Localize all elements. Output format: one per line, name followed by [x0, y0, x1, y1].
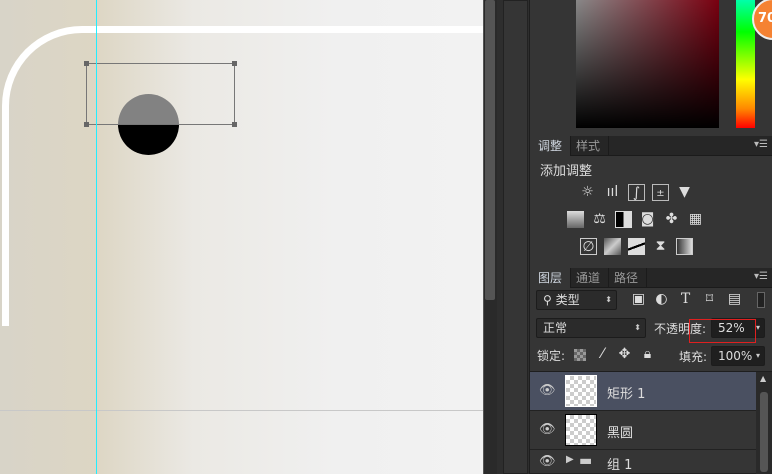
fill-input[interactable]: 100% ▾ — [711, 346, 765, 366]
transform-handle[interactable] — [84, 122, 89, 127]
blend-mode-value: 正常 — [543, 321, 568, 335]
transform-box[interactable] — [84, 61, 237, 127]
blend-mode-select[interactable]: 正常 ⬍ — [536, 318, 646, 338]
rounded-shape-outline — [2, 26, 483, 326]
panel-menu-icon[interactable]: ▾☰ — [754, 139, 768, 150]
filter-adjustment-icon[interactable]: ◐ — [653, 291, 670, 308]
lock-all-icon[interactable]: 🔒︎ — [639, 346, 656, 363]
filter-pixel-icon[interactable]: ▣ — [630, 291, 647, 308]
channel-mixer-icon[interactable]: ✤ — [663, 211, 680, 228]
hue-saturation-icon[interactable] — [567, 211, 584, 228]
lock-pixels-brush-icon[interactable]: ⁄ — [594, 346, 611, 363]
lock-transparent-icon[interactable] — [574, 349, 586, 361]
layer-name[interactable]: 黑圆 — [607, 422, 633, 441]
layers-scrollbar[interactable]: ▲ — [756, 372, 772, 474]
vibrance-icon[interactable]: ▼ — [676, 184, 693, 201]
curves-icon[interactable]: ∫ — [628, 184, 645, 201]
brightness-contrast-icon[interactable]: ☼ — [579, 184, 596, 201]
transform-handle[interactable] — [232, 122, 237, 127]
tab-styles[interactable]: 样式 — [568, 136, 610, 156]
layers-tabbar: 图层 通道 路径 ▾☰ — [530, 268, 772, 288]
filter-shape-icon[interactable]: ⌑ — [701, 291, 718, 308]
layer-thumbnail — [565, 375, 597, 407]
color-balance-icon[interactable]: ⚖ — [591, 211, 608, 228]
filter-type-icon[interactable]: T — [677, 291, 694, 308]
fill-label: 填充: — [679, 350, 708, 364]
layer-row-rect1[interactable]: 👁︎ 矩形 1 — [530, 372, 756, 411]
color-badge: 70 — [752, 0, 772, 40]
gradient-map-icon[interactable] — [676, 238, 693, 255]
layer-filter-select[interactable]: ⚲ 类型 ⬍ — [536, 290, 617, 310]
highlight-box — [689, 319, 756, 343]
expand-arrow-icon[interactable]: ▶ — [566, 454, 574, 465]
layer-row-black-circle[interactable]: 👁︎ 黑圆 — [530, 411, 756, 450]
color-lookup-icon[interactable]: ▦ — [687, 211, 704, 228]
layer-thumbnail — [565, 414, 597, 446]
filter-toggle[interactable] — [757, 292, 765, 308]
layer-row-group1[interactable]: 👁︎ ▶ ▬ 组 1 — [530, 450, 756, 474]
panel-menu-icon[interactable]: ▾☰ — [754, 271, 768, 282]
tab-paths[interactable]: 路径 — [606, 268, 648, 288]
selective-color-icon[interactable]: ⧗ — [652, 238, 669, 255]
black-white-icon[interactable] — [615, 211, 632, 228]
tab-layers[interactable]: 图层 — [530, 268, 572, 288]
fill-value: 100% — [718, 349, 753, 363]
collapsed-panel[interactable] — [503, 0, 528, 474]
lock-position-icon[interactable]: ✥ — [616, 346, 633, 363]
folder-icon: ▬ — [579, 453, 593, 469]
photo-filter-icon[interactable]: ◙ — [639, 211, 656, 228]
visibility-eye-icon[interactable]: 👁︎ — [539, 383, 556, 398]
levels-icon[interactable]: ııl — [604, 184, 621, 201]
add-adjustment-title: 添加调整 — [540, 164, 593, 179]
layer-name[interactable]: 组 1 — [607, 454, 632, 473]
threshold-icon[interactable] — [628, 238, 645, 255]
scroll-up-icon[interactable]: ▲ — [760, 374, 766, 383]
transform-handle[interactable] — [232, 61, 237, 66]
visibility-eye-icon[interactable]: 👁︎ — [539, 422, 556, 437]
document-canvas[interactable] — [0, 0, 483, 474]
canvas-edge-line — [0, 410, 483, 411]
color-field[interactable] — [576, 0, 719, 128]
filter-kind: 类型 — [555, 293, 580, 307]
exposure-icon[interactable]: ± — [652, 184, 669, 201]
tab-adjustments[interactable]: 调整 — [530, 136, 572, 156]
scrollbar-thumb[interactable] — [760, 392, 768, 472]
tab-channels[interactable]: 通道 — [568, 268, 610, 288]
posterize-icon[interactable] — [604, 238, 621, 255]
filter-smart-object-icon[interactable]: ▤ — [726, 291, 743, 308]
layer-name[interactable]: 矩形 1 — [607, 383, 645, 402]
lock-label: 锁定: — [537, 349, 566, 363]
guide-line[interactable] — [96, 0, 97, 474]
scrollbar-thumb[interactable] — [485, 0, 495, 300]
invert-icon[interactable]: ∅ — [580, 238, 597, 255]
visibility-eye-icon[interactable]: 👁︎ — [539, 454, 556, 469]
adjustments-tabbar: 调整 样式 ▾☰ — [530, 136, 772, 156]
transform-handle[interactable] — [84, 61, 89, 66]
